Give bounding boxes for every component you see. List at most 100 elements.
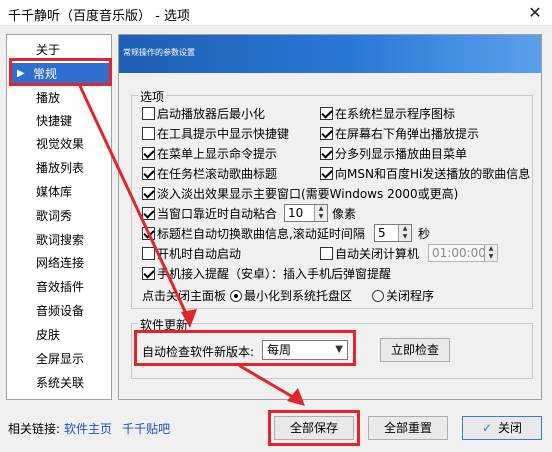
link-homepage[interactable]: 软件主页 (64, 422, 112, 436)
sidebar-item-general[interactable]: ▶ 常规 (11, 63, 111, 85)
link-forum[interactable]: 千千贴吧 (122, 422, 170, 436)
scroll-interval-stepper[interactable]: 5 ▲ ▼ (374, 224, 412, 242)
checkbox-on[interactable] (320, 107, 333, 120)
check-multi-column-menu[interactable]: 分多列显示播放曲目菜单 (320, 146, 467, 162)
check-snap-windows[interactable]: 当窗口靠近时自动粘合 (142, 206, 277, 222)
option-label: 启动播放器后最小化 (157, 107, 266, 121)
sidebar-item-fullscreen[interactable]: 全屏显示 (8, 348, 110, 370)
sidebar-item-about[interactable]: 关于 (8, 39, 110, 61)
checkbox-on[interactable] (142, 267, 155, 280)
shutdown-time-value: 01:00:00 (432, 246, 486, 260)
option-label: 当窗口靠近时自动粘合 (157, 207, 278, 221)
option-label: 关闭程序 (386, 289, 435, 303)
snap-distance-stepper[interactable]: 10 ▲ ▼ (284, 204, 328, 222)
panel-title: 常规操作的参数设置 (123, 48, 195, 57)
sidebar-item-effects[interactable]: 音效插件 (8, 276, 110, 298)
check-taskbar-scroll[interactable]: 在任务栏滚动歌曲标题 (142, 166, 277, 182)
option-label: 向MSN和百度Hi发送播放的歌曲信息 (335, 167, 531, 181)
close-panel-label: 点击关闭主面板 (142, 289, 227, 303)
option-label: 开机时自动启动 (157, 247, 242, 261)
sidebar-item-skin[interactable]: 皮肤 (8, 324, 110, 346)
triangle-right-icon: ▶ (17, 68, 25, 79)
sidebar-item-hotkeys[interactable]: 快捷键 (8, 110, 110, 132)
check-title-scroll[interactable]: 标题栏自动切换歌曲信息,滚动延时间隔 (142, 226, 365, 242)
update-frequency-value: 每周 (267, 343, 292, 357)
check-popup-tip[interactable]: 在屏幕右下角弹出播放提示 (320, 126, 479, 142)
option-label: 在系统栏显示程序图标 (335, 107, 456, 121)
sidebar-item-network[interactable]: 网络连接 (8, 252, 110, 274)
window-title: 千千静听（百度音乐版） - 选项 (8, 9, 190, 24)
check-now-button[interactable]: 立即检查 (380, 338, 450, 362)
check-phone-alert[interactable]: 手机接入提醒（安卓）：插入手机后弹窗提醒 (142, 266, 391, 282)
sidebar: 关于 ▶ 常规 播放 快捷键 视觉效果 播放列表 媒体库 歌词秀 歌词搜索 网络… (6, 34, 112, 400)
option-label: 在任务栏滚动歌曲标题 (157, 167, 278, 181)
check-minimize-on-start[interactable]: 启动播放器后最小化 (142, 106, 265, 122)
option-label: 自动关闭计算机 (335, 247, 420, 261)
auto-check-label: 自动检查软件新版本: (142, 345, 255, 359)
sidebar-item-label: 常规 (33, 67, 58, 81)
scroll-unit: 秒 (418, 227, 431, 241)
stepper-arrows-icon[interactable]: ▲ ▼ (314, 205, 327, 221)
option-label: 在菜单上显示命令提示 (157, 147, 278, 161)
sidebar-item-association[interactable]: 系统关联 (8, 372, 110, 394)
check-auto-shutdown[interactable]: 自动关闭计算机 (320, 246, 419, 262)
snap-distance-value: 10 (288, 206, 304, 220)
update-group: 软件更新 自动检查软件新版本: 每周 ▼ 立即检查 (131, 316, 533, 379)
option-label: 最小化到系统托盘区 (244, 289, 353, 303)
options-legend: 选项 (138, 88, 167, 105)
radio-on[interactable] (230, 290, 242, 302)
update-legend: 软件更新 (138, 316, 191, 333)
related-links: 相关链接: 软件主页 千千贴吧 (8, 420, 170, 437)
sidebar-item-playback[interactable]: 播放 (8, 87, 110, 109)
sidebar-item-lyrics-search[interactable]: 歌词搜索 (8, 229, 110, 251)
options-group: 选项 启动播放器后最小化 在系统栏显示程序图标 在工具提示中显示快捷键 在屏幕右… (131, 88, 533, 309)
scroll-interval-value: 5 (378, 226, 386, 240)
option-label: 淡入淡出效果显示主要窗口(需要Windows 2000或更高) (157, 187, 459, 201)
checkbox-on[interactable] (142, 147, 155, 160)
checkbox-off[interactable] (142, 107, 155, 120)
sidebar-item-library[interactable]: 媒体库 (8, 181, 110, 203)
checkbox-on[interactable] (320, 127, 333, 140)
reset-all-button[interactable]: 全部重置 (368, 416, 448, 440)
checkbox-off[interactable] (142, 127, 155, 140)
snap-unit: 像素 (332, 207, 357, 221)
check-autostart[interactable]: 开机时自动启动 (142, 246, 241, 262)
sidebar-item-visual[interactable]: 视觉效果 (8, 133, 110, 155)
check-fade-effect[interactable]: 淡入淡出效果显示主要窗口(需要Windows 2000或更高) (142, 186, 458, 202)
option-label: 手机接入提醒（安卓）：插入手机后弹窗提醒 (157, 267, 392, 281)
sidebar-item-playlist[interactable]: 播放列表 (8, 157, 110, 179)
option-label: 标题栏自动切换歌曲信息,滚动延时间隔 (157, 227, 365, 241)
close-button-label: 关闭 (498, 421, 523, 435)
checkbox-on[interactable] (142, 167, 155, 180)
update-frequency-select[interactable]: 每周 ▼ (262, 340, 348, 360)
shutdown-time-field[interactable]: 01:00:00 ▲ ▼ (428, 244, 498, 262)
check-tooltip-hotkeys[interactable]: 在工具提示中显示快捷键 (142, 126, 289, 142)
check-msn-baidu[interactable]: 向MSN和百度Hi发送播放的歌曲信息 (320, 166, 530, 182)
radio-off[interactable] (372, 290, 384, 302)
check-menu-tips[interactable]: 在菜单上显示命令提示 (142, 146, 277, 162)
radio-minimize-tray[interactable]: 最小化到系统托盘区 (230, 288, 352, 304)
chevron-down-icon: ▼ (335, 344, 343, 355)
stepper-arrows-icon[interactable]: ▲ ▼ (484, 245, 497, 261)
checkbox-on[interactable] (320, 167, 333, 180)
checkbox-on[interactable] (142, 207, 155, 220)
title-bar: 千千静听（百度音乐版） - 选项 ✕ (0, 0, 552, 26)
save-all-button[interactable]: 全部保存 (274, 416, 354, 440)
check-tray-icon[interactable]: 在系统栏显示程序图标 (320, 106, 455, 122)
stepper-arrows-icon[interactable]: ▲ ▼ (398, 225, 411, 241)
sidebar-item-lyrics[interactable]: 歌词秀 (8, 205, 110, 227)
checkbox-on[interactable] (142, 187, 155, 200)
sidebar-item-audio-device[interactable]: 音频设备 (8, 300, 110, 322)
related-links-label: 相关链接: (8, 422, 61, 436)
option-label: 在工具提示中显示快捷键 (157, 127, 290, 141)
settings-panel: 常规操作的参数设置 选项 启动播放器后最小化 在系统栏显示程序图标 在工具提示中… (118, 34, 542, 400)
radio-exit-program[interactable]: 关闭程序 (372, 288, 434, 304)
checkbox-on[interactable] (320, 147, 333, 160)
panel-header: 常规操作的参数设置 (119, 35, 541, 73)
window-close-icon[interactable]: ✕ (524, 3, 546, 23)
checkbox-off[interactable] (142, 247, 155, 260)
checkbox-on[interactable] (142, 227, 155, 240)
close-button[interactable]: ✓ 关闭 (462, 416, 542, 440)
checkbox-off[interactable] (320, 247, 333, 260)
option-label: 在屏幕右下角弹出播放提示 (335, 127, 480, 141)
